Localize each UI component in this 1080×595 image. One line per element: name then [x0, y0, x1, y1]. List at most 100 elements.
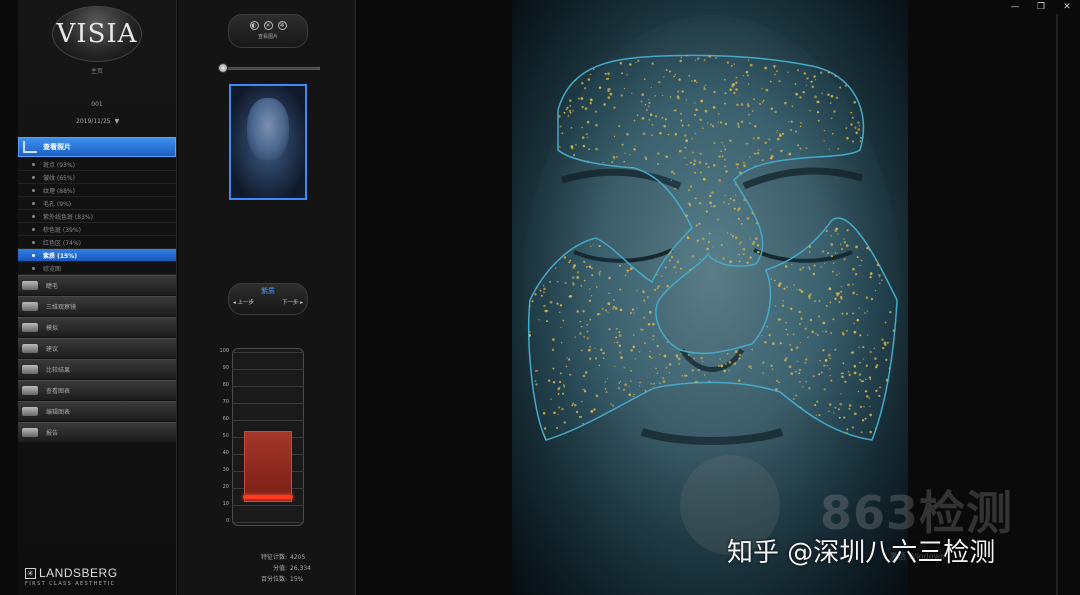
- nav-item-4[interactable]: 比较结果: [18, 359, 176, 379]
- gauge-gridline: [232, 505, 304, 506]
- zoom-slider-track[interactable]: [218, 67, 320, 70]
- analysis-item-label: 皱纹 (65%): [43, 174, 75, 182]
- prev-button[interactable]: ◂ 上一步: [233, 298, 254, 306]
- analysis-item-label: 斑点 (93%): [43, 161, 75, 169]
- nav-item-7[interactable]: 报告: [18, 422, 176, 442]
- analysis-item-8[interactable]: 综览图: [18, 262, 176, 275]
- gauge-tick-label: 40: [222, 450, 229, 456]
- visia-logo[interactable]: VISIA: [52, 6, 142, 62]
- gauge-gridline: [232, 369, 304, 370]
- brand-tagline: FIRST CLASS AESTHETIC: [25, 581, 116, 587]
- view-photos-label: 查看照片: [43, 143, 71, 151]
- nav-item-5[interactable]: 查看图表: [18, 380, 176, 400]
- stats-panel: 特征计数: 4205 分值: 26.334 百分位数: 15%: [249, 552, 311, 585]
- nav-item-icon: [22, 344, 38, 353]
- nav-item-label: 查看图表: [46, 388, 71, 395]
- analysis-list: 斑点 (93%) 皱纹 (65%) 纹理 (88%) 毛孔 (9%) 紫外线色斑 (83…: [18, 158, 176, 275]
- stat-key: 特征计数:: [260, 554, 287, 561]
- nav-item-0[interactable]: 睫毛: [18, 275, 176, 295]
- stat-row: 百分位数: 15%: [249, 574, 311, 585]
- nav-item-label: 比较结果: [46, 367, 71, 374]
- zoom-slider-handle[interactable]: [218, 63, 228, 73]
- bullet-icon: [32, 175, 35, 179]
- analysis-item-label: 红色区 (74%): [43, 239, 81, 247]
- nav-item-icon: [22, 428, 38, 437]
- gauge-tick-label: 0: [225, 518, 229, 524]
- patient-id: 001: [91, 101, 103, 108]
- gauge-tick-label: 90: [222, 365, 229, 371]
- gauge-tick-label: 80: [222, 382, 229, 388]
- settings-icon[interactable]: ✲: [277, 21, 287, 30]
- nav-item-icon: [22, 386, 38, 395]
- analysis-item-7[interactable]: 紫质 (15%): [18, 249, 176, 262]
- nav-item-1[interactable]: 三维观察镜: [18, 296, 176, 316]
- bullet-icon: [32, 201, 35, 205]
- date-selector[interactable]: 2019/11/25 ▼: [76, 118, 119, 125]
- stat-value: 4205: [290, 554, 306, 561]
- analysis-item-5[interactable]: 棕色斑 (39%): [18, 223, 176, 236]
- nav-item-label: 编辑图表: [46, 409, 71, 416]
- next-button[interactable]: 下一步 ▸: [282, 298, 303, 306]
- analysis-item-3[interactable]: 毛孔 (9%): [18, 197, 176, 210]
- stat-row: 分值: 26.334: [249, 563, 311, 574]
- analysis-item-label: 棕色斑 (39%): [43, 226, 81, 234]
- analysis-item-4[interactable]: 紫外线色斑 (83%): [18, 210, 176, 223]
- logo-text: VISIA: [56, 19, 138, 49]
- bullet-icon: [32, 227, 35, 231]
- bullet-icon: [32, 162, 35, 166]
- close-view-icon[interactable]: ✕: [263, 21, 273, 30]
- nav-item-icon: [22, 365, 38, 374]
- home-label[interactable]: 主页: [80, 66, 114, 75]
- nav-item-3[interactable]: 建议: [18, 338, 176, 358]
- nav-item-icon: [22, 302, 38, 311]
- restore-button[interactable]: ❐: [1028, 0, 1054, 14]
- nav-item-6[interactable]: 编辑图表: [18, 401, 176, 421]
- close-button[interactable]: ✕: [1054, 0, 1080, 14]
- stat-value: 15%: [290, 576, 304, 583]
- brand-name: LANDSBERG: [39, 566, 118, 580]
- gauge-tick-label: 50: [222, 433, 229, 439]
- analysis-item-0[interactable]: 斑点 (93%): [18, 158, 176, 171]
- nav-item-label: 三维观察镜: [46, 304, 77, 311]
- gauge-percentile-marker: [243, 494, 293, 499]
- gauge-tick-label: 100: [219, 348, 229, 354]
- view-photos-section[interactable]: 查看照片: [18, 137, 176, 157]
- chevron-down-icon: ▼: [114, 118, 120, 125]
- current-feature-label: 紫质: [261, 287, 275, 295]
- gauge-tick-label: 60: [222, 416, 229, 422]
- gauge-gridline: [232, 420, 304, 421]
- nav-item-icon: [22, 281, 38, 290]
- gauge-gridline: [232, 522, 304, 523]
- bullet-icon: [32, 240, 35, 244]
- stat-row: 特征计数: 4205: [249, 552, 311, 563]
- nav-item-label: 睫毛: [46, 283, 59, 290]
- photo-icon: [23, 141, 37, 153]
- gauge-gridline: [232, 352, 304, 353]
- half-face-icon[interactable]: ◐: [249, 21, 259, 30]
- minimize-button[interactable]: —: [1002, 0, 1028, 14]
- date-value: 2019/11/25: [76, 118, 111, 125]
- nav-list: 睫毛三维观察镜模拟建议比较结果查看图表编辑图表报告: [18, 275, 176, 443]
- landsberg-logo-icon: ✳: [25, 567, 36, 579]
- nav-item-label: 建议: [46, 346, 59, 353]
- analysis-item-2[interactable]: 纹理 (88%): [18, 184, 176, 197]
- stat-key: 百分位数:: [260, 576, 287, 583]
- analysis-mask-outline: [528, 54, 898, 441]
- feature-navigator: 紫质 ◂ 上一步 下一步 ▸: [228, 283, 308, 315]
- gauge-tick-label: 70: [222, 399, 229, 405]
- nav-item-label: 报告: [46, 430, 59, 437]
- nav-item-2[interactable]: 模拟: [18, 317, 176, 337]
- analysis-item-label: 综览图: [43, 265, 62, 273]
- analysis-item-6[interactable]: 红色区 (74%): [18, 236, 176, 249]
- window-controls: — ❐ ✕: [1000, 0, 1080, 14]
- bullet-icon: [32, 214, 35, 218]
- gauge-gridline: [232, 386, 304, 387]
- analysis-item-label: 紫质 (15%): [43, 252, 77, 260]
- thumbnail-face: [247, 98, 289, 160]
- analysis-item-1[interactable]: 皱纹 (65%): [18, 171, 176, 184]
- nav-item-label: 模拟: [46, 325, 59, 332]
- view-mode-group: ◐ ✕ ✲ 查看图片: [228, 14, 308, 48]
- photo-thumbnail[interactable]: [229, 84, 307, 200]
- bullet-icon: [32, 253, 35, 257]
- landsberg-brand: ✳ LANDSBERG FIRST CLASS AESTHETIC: [25, 566, 118, 587]
